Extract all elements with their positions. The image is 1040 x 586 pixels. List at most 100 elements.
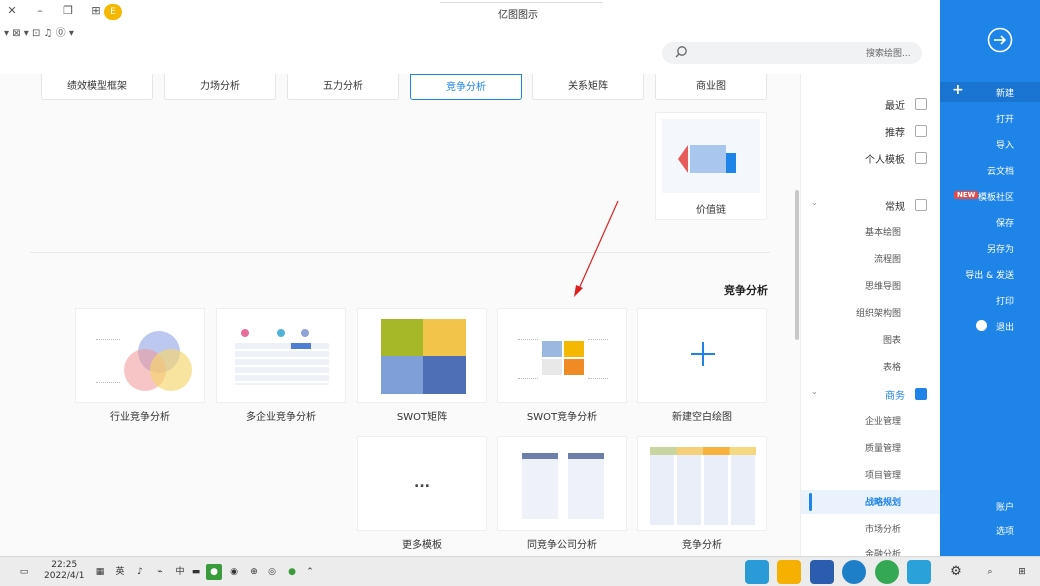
sidebar-item-print[interactable]: 打印 [940,290,1040,310]
restore-icon[interactable]: ❐ [58,2,78,20]
nav-enterprise-management[interactable]: 企业管理 [801,409,941,433]
nav-mind-map[interactable]: 思维导图 [801,274,941,298]
sidebar-item-save-as[interactable]: 另存为 [940,238,1040,258]
title-tab-frame [440,0,603,3]
back-arrow-icon[interactable] [987,27,1013,53]
template-card-more[interactable]: ... [357,436,487,531]
swot-quad-3 [542,359,562,375]
nav-personal-templates[interactable]: 个人模板 [801,146,941,170]
nav-strategic-planning[interactable]: 战略规划 [801,490,941,514]
tray-app-icon-4[interactable]: ◎ [264,564,280,580]
app-icon-word[interactable] [810,560,834,584]
venn-legend-lines [96,339,120,383]
swot-quad-4 [564,359,584,375]
network-icon[interactable]: ⌁ [152,564,168,580]
search-taskbar-icon[interactable]: ⌕ [982,564,998,580]
nav-project-management[interactable]: 项目管理 [801,463,941,487]
tab-five-forces[interactable]: 五力分析 [287,74,399,100]
template-card-new-blank[interactable] [637,308,767,403]
minimize-icon[interactable]: – [30,2,50,20]
tray-app-icon-3[interactable]: ⊕ [246,564,262,580]
company-column-a [522,453,558,519]
template-label-multi-enterprise: 多企业竞争分析 [246,412,316,423]
nav-org-chart[interactable]: 组织架构图 [801,301,941,325]
sidebar-item-exit[interactable]: 退出 [940,316,1040,336]
tab-force-field[interactable]: 力场分析 [164,74,276,100]
sidebar-item-export-send[interactable]: 导出 & 发送 [940,264,1040,284]
tab-list-icon[interactable]: ⊞ [86,2,106,20]
template-card-value-chain[interactable]: 价值链 [655,112,767,220]
value-chain-arrow [678,145,688,173]
new-badge: NEW [954,191,979,199]
app-icon-folder[interactable] [777,560,801,584]
nav-tables[interactable]: 表格 [801,355,941,379]
notification-icon[interactable]: ▭ [16,564,32,580]
clock[interactable]: 22:25 2022/4/1 [44,560,84,582]
template-card-competitive-analysis[interactable] [637,436,767,531]
template-gallery: 绩效模型框架 力场分析 五力分析 竞争分析 关系矩阵 商业图 价值链 竞争分析 … [0,74,800,556]
app-icon-edge[interactable] [842,560,866,584]
nav-recommended[interactable]: 推荐 [801,119,941,143]
window-title: 亿图图示 [498,10,538,21]
swot-quad-2 [564,341,584,357]
nav-flowchart[interactable]: 流程图 [801,247,941,271]
tray-app-icon-5[interactable]: ● [284,564,300,580]
app-icon-wechat[interactable] [875,560,899,584]
category-nav: 最近 推荐 个人模板 常规 ⌄ 基本绘图 流程图 思维导图 组织架构图 图表 表格… [800,74,941,560]
template-card-multi-enterprise[interactable] [216,308,346,403]
sidebar-item-account[interactable]: 账户 [940,496,1040,516]
tray-app-icon-2[interactable]: ◉ [226,564,242,580]
search-icon [675,46,687,58]
sidebar-item-import[interactable]: 导入 [940,134,1040,154]
tab-relation-matrix[interactable]: 关系矩阵 [532,74,644,100]
template-card-swot-matrix[interactable] [357,308,487,403]
nav-market-analysis[interactable]: 市场分析 [801,517,941,541]
sidebar-item-open[interactable]: 打开 [940,108,1040,128]
app-icon-edraw[interactable] [745,560,769,584]
nav-basic-drawing[interactable]: 基本绘图 [801,220,941,244]
tab-business-chart[interactable]: 商业图 [655,74,767,100]
template-label-more: 更多模板 [402,540,442,551]
nav-general[interactable]: 常规 ⌄ [801,193,941,217]
nav-business[interactable]: 商务 ⌄ [801,382,941,406]
app-icon-kuaishou[interactable] [907,560,931,584]
nav-charts[interactable]: 图表 [801,328,941,352]
sidebar-item-new[interactable]: 新建 + [940,82,1040,102]
chevron-down-icon: ⌄ [811,198,818,207]
template-card-peer-company[interactable] [497,436,627,531]
tray-app-icon-1[interactable]: ● [206,564,222,580]
tab-competitive-analysis[interactable]: 竞争分析 [410,74,522,100]
search-input[interactable]: 搜索绘图... [662,42,922,64]
grid-thumb [650,447,756,525]
start-icon[interactable]: ⊞ [1014,564,1030,580]
sidebar-item-cloud-docs[interactable]: 云文档 [940,160,1040,180]
settings-icon[interactable]: ⚙ [948,564,964,580]
clock-date: 2022/4/1 [44,571,85,581]
tray-expand-icon[interactable]: ⌃ [302,564,318,580]
template-label-peer-company: 同竞争公司分析 [527,540,597,551]
sidebar-item-save[interactable]: 保存 [940,212,1040,232]
premium-icon[interactable]: E [104,4,122,20]
sidebar-item-options[interactable]: 选项 [940,520,1040,540]
template-card-industry-competitive[interactable] [75,308,205,403]
battery-icon[interactable]: ▬ [188,564,204,580]
content-scrollbar[interactable] [795,190,799,340]
briefcase-icon [915,388,927,400]
input-language[interactable]: 英 [112,564,128,580]
search-placeholder: 搜索绘图... [866,49,911,59]
template-card-swot-competitive[interactable] [497,308,627,403]
nav-recent[interactable]: 最近 [801,92,941,116]
tab-performance-model[interactable]: 绩效模型框架 [41,74,153,100]
template-label-swot-matrix: SWOT矩阵 [396,412,448,423]
dot-cyan [277,329,285,337]
close-icon[interactable]: ✕ [2,2,22,20]
plus-icon [691,342,715,366]
table-header-highlight [291,343,311,349]
sidebar-item-template-community[interactable]: 模板社区 NEW [940,186,1040,206]
keyboard-icon[interactable]: ▦ [92,564,108,580]
dot-lavender [301,329,309,337]
nav-quality-management[interactable]: 质量管理 [801,436,941,460]
volume-icon[interactable]: ♪ [132,564,148,580]
matrix-quad-br [423,356,466,394]
ime-icon[interactable]: 中 [172,564,188,580]
